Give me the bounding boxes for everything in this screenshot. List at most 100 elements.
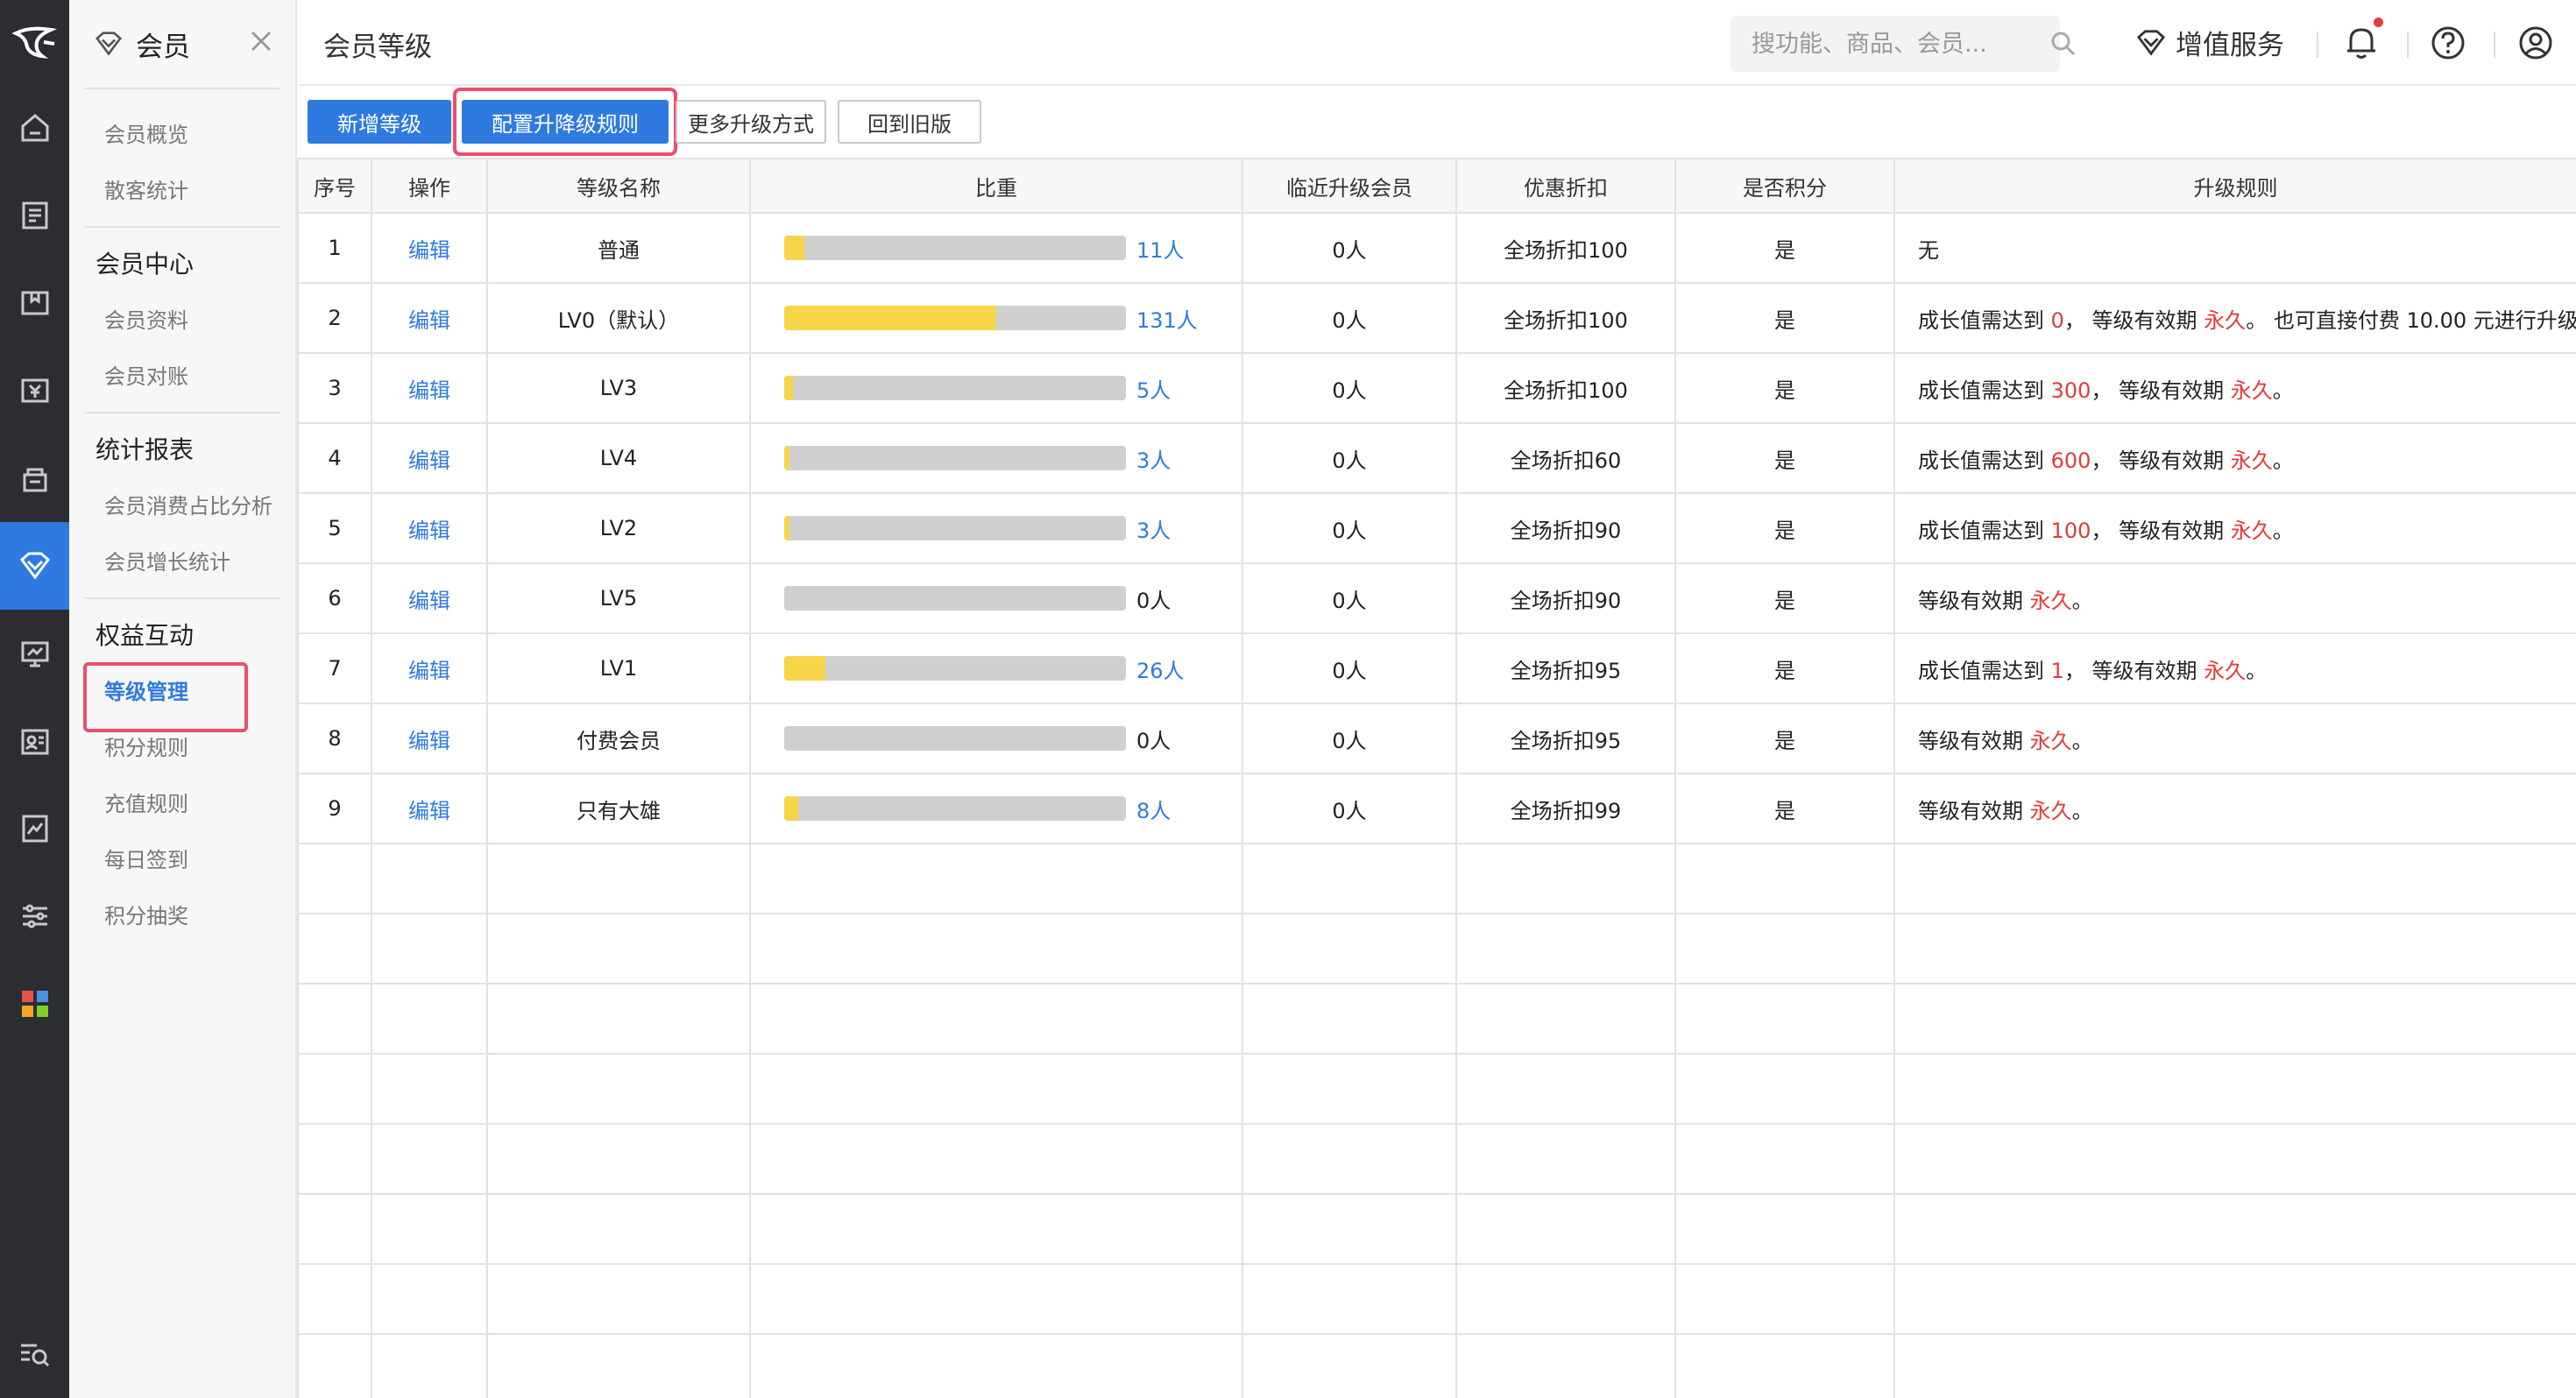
- table-row: 3 编辑 LV3 5人 0人 全场折扣100 是成长值需达到 300， 等级有效期 永久。: [297, 352, 2576, 424]
- search-icon[interactable]: [2049, 30, 2077, 61]
- points-enabled: 是: [1674, 632, 1895, 704]
- home-icon[interactable]: [0, 84, 69, 172]
- sidebar-header: 会员: [69, 0, 295, 88]
- empty-cell: [749, 983, 1243, 1055]
- discount: 全场折扣60: [1455, 422, 1676, 494]
- sidebar-item-recharge-rules[interactable]: 充值规则: [69, 776, 295, 832]
- diamond-icon: [2136, 29, 2166, 56]
- discount: 全场折扣90: [1455, 562, 1676, 634]
- logo-icon[interactable]: [0, 0, 69, 84]
- upgrade-rule: 等级有效期 永久。: [1893, 773, 2576, 844]
- empty-cell: [1455, 1053, 1676, 1125]
- edit-link[interactable]: 编辑: [408, 238, 450, 263]
- back-to-old-version-button[interactable]: 回到旧版: [838, 100, 981, 144]
- edit-link[interactable]: 编辑: [408, 799, 450, 823]
- value-added-service-button[interactable]: 增值服务: [2135, 23, 2284, 62]
- rule-text: 。: [2071, 728, 2093, 753]
- edit-link[interactable]: 编辑: [408, 308, 450, 333]
- sidebar-item-daily-checkin[interactable]: 每日签到: [69, 832, 295, 888]
- ratio-bar-fill: [784, 656, 825, 681]
- rule-highlight: 永久: [2029, 588, 2072, 613]
- table-row: 2 编辑 LV0（默认） 131人 0人 全场折扣100 是成长值需达到 0， 等级有效期 …: [297, 282, 2576, 354]
- ratio-bar-fill: [784, 376, 793, 400]
- empty-cell: [297, 843, 372, 914]
- empty-cell: [1674, 1263, 1895, 1335]
- user-icon[interactable]: [2517, 25, 2554, 65]
- member-count[interactable]: 3人: [1136, 443, 1171, 474]
- sidebar-item-points-rules[interactable]: 积分规则: [69, 720, 295, 776]
- edit-link[interactable]: 编辑: [408, 729, 450, 753]
- member-count[interactable]: 11人: [1136, 233, 1185, 264]
- product-icon[interactable]: [0, 259, 69, 347]
- near-upgrade-count: 0人: [1242, 703, 1457, 774]
- empty-cell: [1893, 843, 2576, 914]
- edit-cell: 编辑: [371, 632, 488, 704]
- level-name: LV5: [486, 562, 751, 634]
- member-icon[interactable]: [0, 522, 69, 610]
- finance-icon[interactable]: [0, 347, 69, 434]
- rule-text: 等级有效期: [1918, 798, 2030, 823]
- ratio-bar: [784, 516, 1126, 540]
- sidebar-item-member-profile[interactable]: 会员资料: [69, 293, 295, 349]
- edit-link[interactable]: 编辑: [408, 378, 450, 403]
- apps-icon[interactable]: [0, 960, 69, 1048]
- more-upgrade-methods-button[interactable]: 更多升级方式: [676, 100, 826, 144]
- rule-text: 。: [2071, 588, 2093, 613]
- edit-link[interactable]: 编辑: [408, 589, 450, 613]
- config-rules-button[interactable]: 配置升降级规则: [462, 100, 669, 144]
- settings-icon[interactable]: [0, 872, 69, 960]
- empty-cell: [486, 1053, 751, 1125]
- report-icon[interactable]: [0, 172, 69, 259]
- rule-highlight: 300: [2050, 378, 2091, 403]
- column-header: 是否积分: [1674, 158, 1895, 214]
- discount: 全场折扣99: [1455, 773, 1676, 844]
- near-upgrade-count: 0人: [1242, 212, 1457, 284]
- member-count[interactable]: 8人: [1136, 794, 1171, 824]
- sidebar-item-member-reconcile[interactable]: 会员对账: [69, 349, 295, 405]
- ratio-bar: [784, 586, 1126, 611]
- data-icon[interactable]: [0, 785, 69, 872]
- ratio-cell: 3人: [749, 422, 1243, 494]
- edit-cell: 编辑: [371, 352, 488, 424]
- empty-cell: [371, 843, 488, 914]
- sidebar-item-consumption-analysis[interactable]: 会员消费占比分析: [69, 478, 295, 534]
- member-count[interactable]: 131人: [1136, 303, 1198, 334]
- staff-icon[interactable]: [0, 697, 69, 785]
- close-icon[interactable]: [250, 30, 272, 56]
- level-name: 普通: [486, 212, 751, 284]
- search-menu-icon[interactable]: [0, 1310, 69, 1398]
- bell-icon[interactable]: [2344, 25, 2379, 65]
- level-name: LV3: [486, 352, 751, 424]
- empty-row: [297, 1193, 2576, 1265]
- empty-cell: [297, 913, 372, 985]
- member-count[interactable]: 5人: [1136, 373, 1171, 404]
- ratio-cell: 11人: [749, 212, 1243, 284]
- help-icon[interactable]: [2430, 25, 2466, 65]
- empty-cell: [749, 1053, 1243, 1125]
- member-count[interactable]: 3人: [1136, 513, 1171, 544]
- add-level-button[interactable]: 新增等级: [308, 100, 451, 144]
- monitor-icon[interactable]: [0, 610, 69, 697]
- sidebar-item-points-lottery[interactable]: 积分抽奖: [69, 888, 295, 944]
- edit-link[interactable]: 编辑: [408, 519, 450, 543]
- discount: 全场折扣90: [1455, 492, 1676, 564]
- search-input[interactable]: [1730, 16, 2060, 72]
- page-title: 会员等级: [323, 32, 432, 63]
- rule-text: 。: [2272, 448, 2294, 473]
- empty-cell: [1455, 913, 1676, 985]
- near-upgrade-count: 0人: [1242, 422, 1457, 494]
- points-enabled: 是: [1674, 492, 1895, 564]
- empty-cell: [1242, 1263, 1457, 1335]
- empty-cell: [486, 1123, 751, 1195]
- marketing-icon[interactable]: [0, 434, 69, 522]
- sidebar-item-overview[interactable]: 会员概览: [69, 107, 295, 163]
- sidebar-item-walkin-stats[interactable]: 散客统计: [69, 163, 295, 219]
- sidebar-item-growth-stats[interactable]: 会员增长统计: [69, 534, 295, 590]
- divider: [2317, 32, 2318, 58]
- sidebar-item-level-management[interactable]: 等级管理: [69, 662, 295, 732]
- points-enabled: 是: [1674, 773, 1895, 844]
- edit-link[interactable]: 编辑: [408, 448, 450, 473]
- member-count[interactable]: 26人: [1136, 653, 1185, 684]
- edit-link[interactable]: 编辑: [408, 659, 450, 683]
- empty-row: [297, 1263, 2576, 1335]
